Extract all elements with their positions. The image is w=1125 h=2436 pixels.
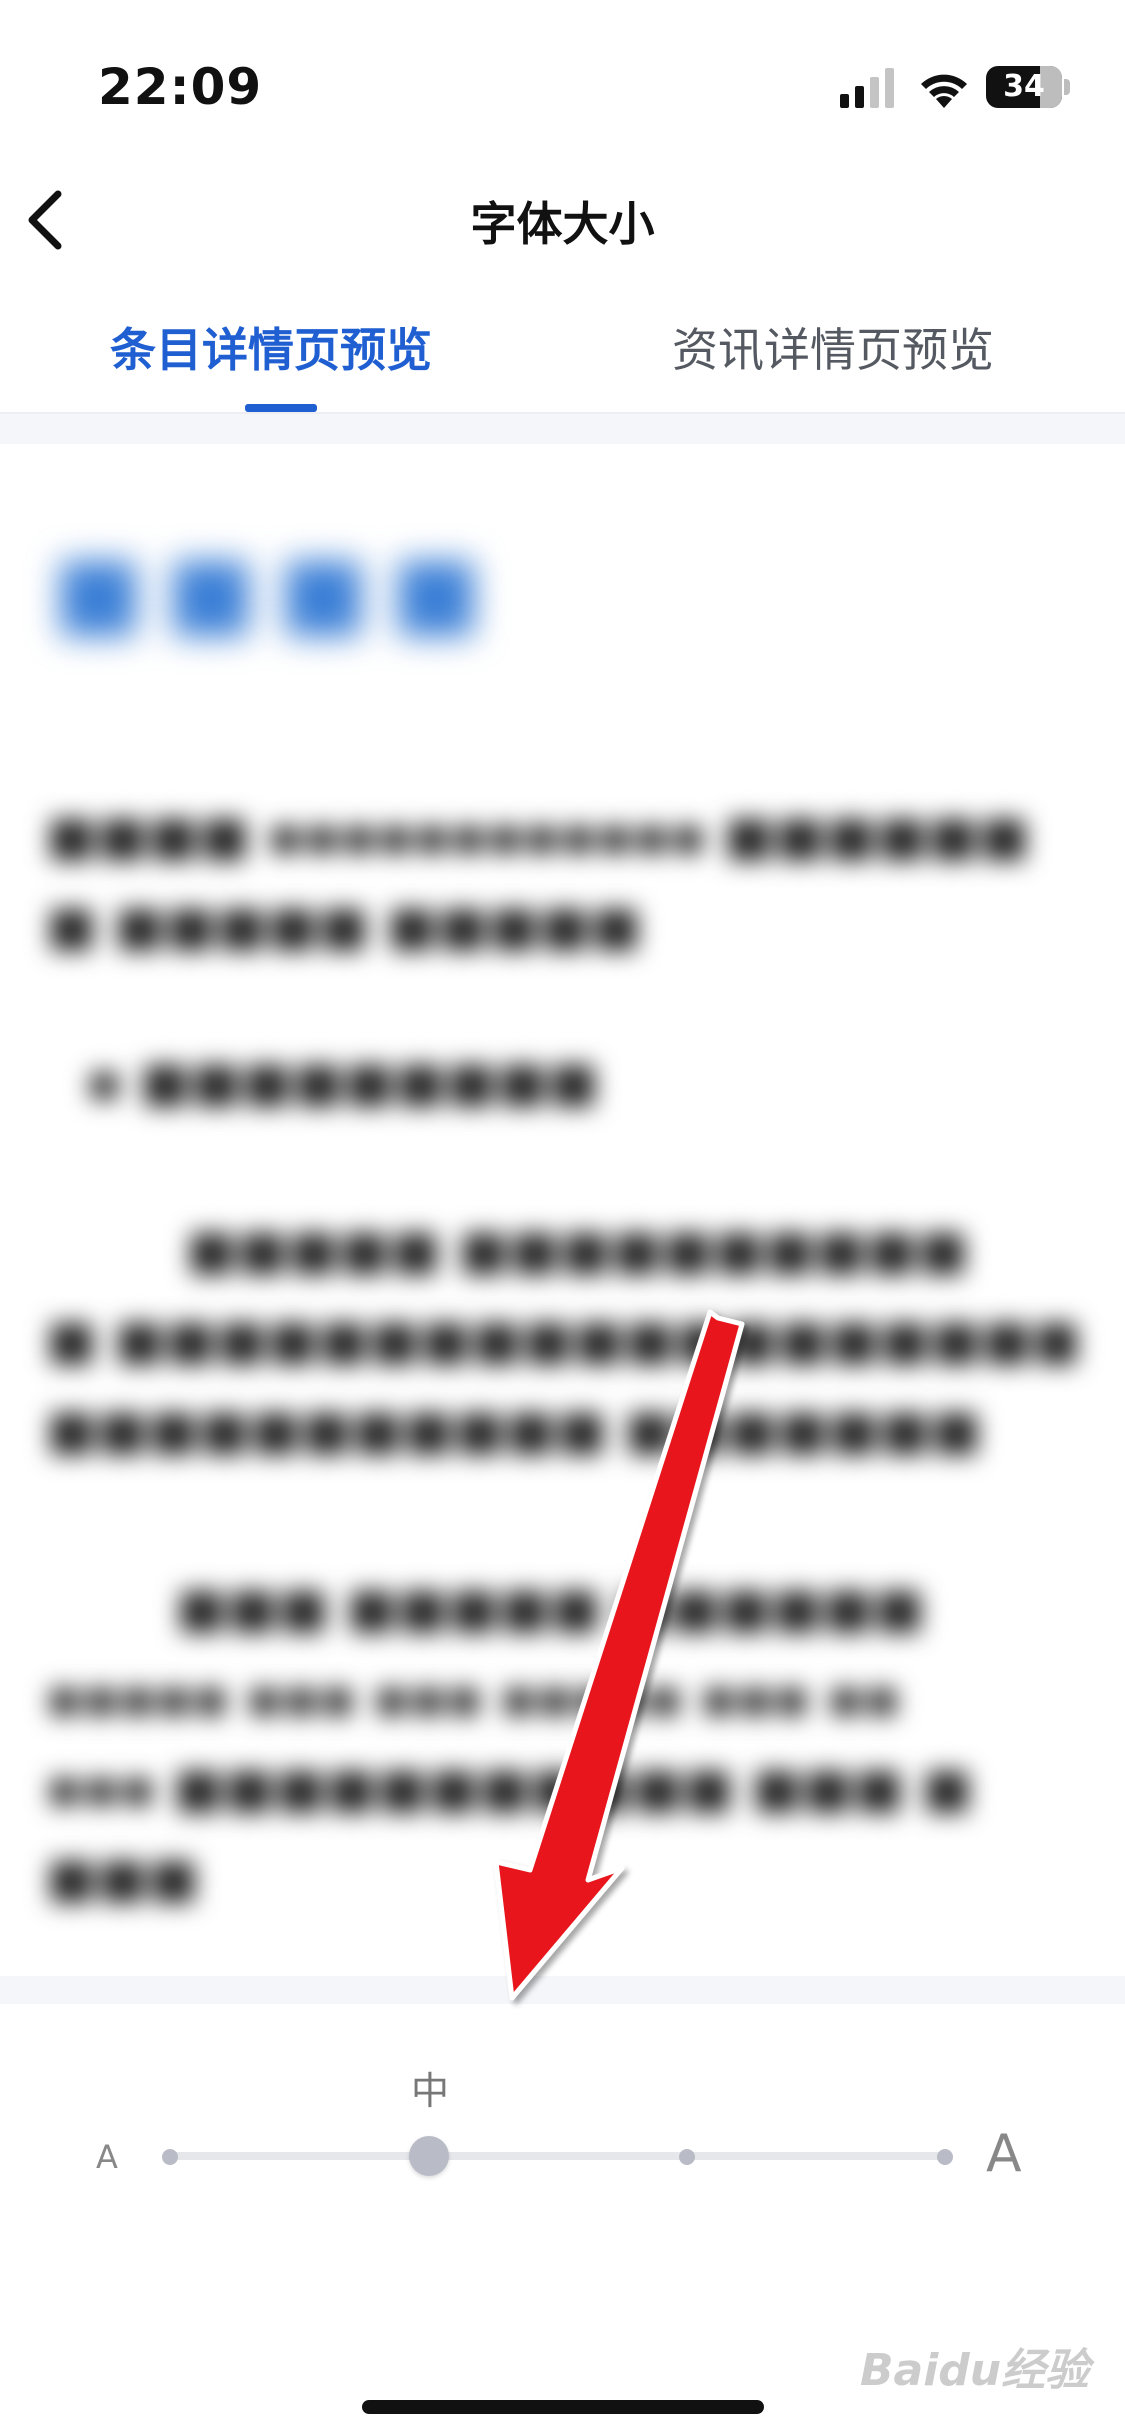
preview-content: ■■■■ ■■■■ ▪▪▪▪▪▪▪▪▪▪▪▪ ■■■■■■ ■ ■■■■■ ■■… <box>0 444 1125 1976</box>
preview-text-blurred: ■■■■■ ■■■■■■■■■■ <box>186 1218 969 1281</box>
preview-text-blurred: ▪▪▪▪▪ ▪▪▪ ▪▪▪ ▪▪▪▪▪ ▪▪▪ ▪▪ <box>46 1666 901 1729</box>
font-size-slider-thumb[interactable] <box>409 2136 449 2176</box>
slider-step-4[interactable] <box>937 2149 953 2165</box>
nav-bar: 字体大小 <box>0 170 1125 270</box>
status-time: 22:09 <box>98 58 263 116</box>
tab-bar: 条目详情页预览 资讯详情页预览 <box>0 300 1125 414</box>
preview-text-blurred: ■■■ <box>46 1846 200 1909</box>
status-bar: 22:09 34 <box>0 0 1125 150</box>
battery-level: 34 <box>1003 69 1045 104</box>
wifi-icon <box>921 74 967 108</box>
battery-icon: 34 <box>986 66 1062 108</box>
preview-heading-blurred: ■■■■ <box>52 534 503 648</box>
battery-tip <box>1064 79 1070 95</box>
large-size-label: A <box>986 2124 1022 2184</box>
preview-text-blurred: ■■■ ■■■■■ ■■■■■■ <box>176 1576 925 1639</box>
page-title: 字体大小 <box>470 197 655 251</box>
preview-text-blurred: ■ ■■■■■ ■■■■■ <box>46 894 642 957</box>
slider-step-3[interactable] <box>679 2149 695 2165</box>
preview-text-blurred: ▪ ■■■■■■■■■ <box>86 1050 599 1113</box>
active-tab-indicator <box>245 404 317 412</box>
preview-text-blurred: ▪▪▪ ■■■■■■■■■■■ ■■■ ■ <box>46 1756 973 1819</box>
watermark-logo: Baidu经验 <box>860 2345 1090 2396</box>
current-size-label: 中 <box>410 2069 449 2113</box>
divider-bottom <box>0 1976 1125 2004</box>
tab-entry-detail-preview[interactable]: 条目详情页预览 <box>110 314 432 380</box>
preview-text-blurred: ■■■■ ▪▪▪▪▪▪▪▪▪▪▪▪ ■■■■■■ <box>46 804 1030 867</box>
cellular-signal-icon <box>840 68 894 108</box>
small-size-label: A <box>96 2138 118 2176</box>
home-indicator[interactable] <box>362 2400 764 2414</box>
font-size-slider-track[interactable] <box>170 2152 946 2160</box>
preview-text-blurred: ■ ■■■■■■■■■■■■■■■■■■■■■ <box>46 1308 1076 1371</box>
preview-text-blurred: ■■■■■■■■■■■ ■■■■■■■ <box>46 1398 982 1461</box>
slider-step-1[interactable] <box>162 2149 178 2165</box>
tab-news-detail-preview[interactable]: 资讯详情页预览 <box>672 314 994 380</box>
divider-top <box>0 414 1125 444</box>
